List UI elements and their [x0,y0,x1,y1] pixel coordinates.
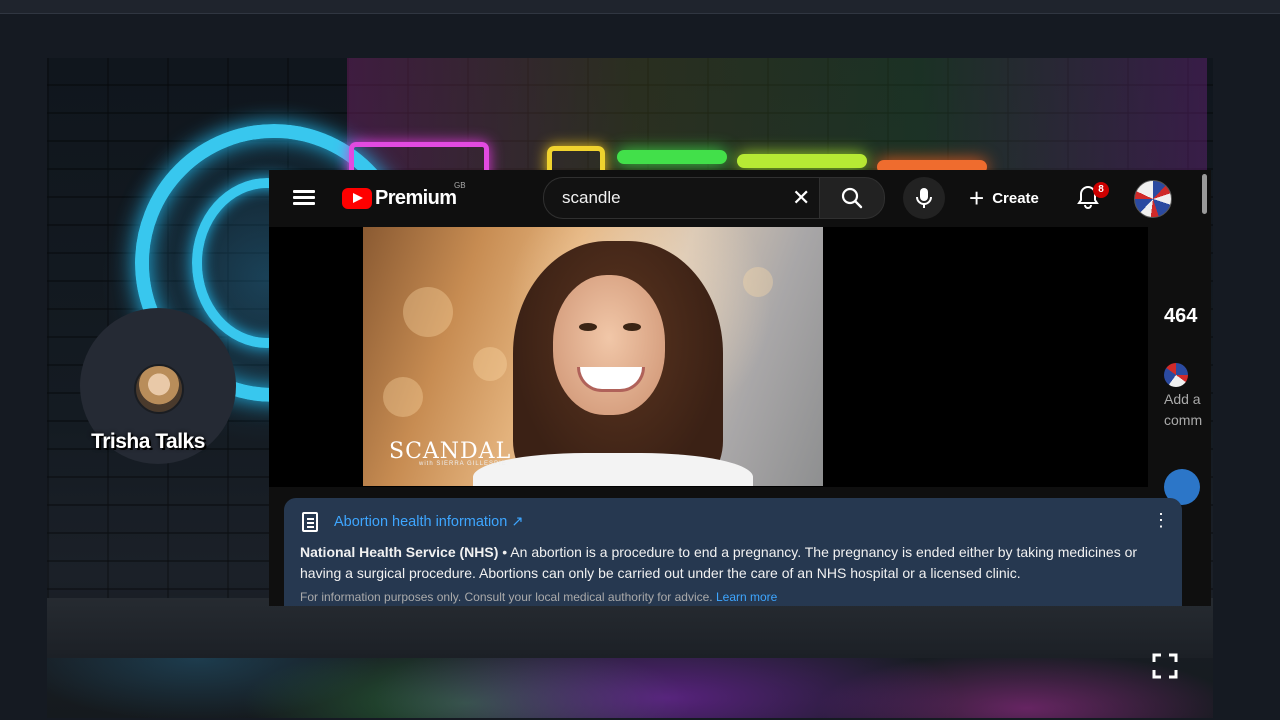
menu-icon[interactable] [293,188,315,206]
search-input[interactable]: scandle ✕ [543,177,820,219]
fullscreen-icon[interactable] [1151,652,1179,680]
logo-text: Premium [375,186,457,209]
comment-avatar [1164,363,1188,387]
streamer-name: Trisha Talks [91,430,205,453]
sidewalk [47,598,1213,658]
youtube-window: Premium GB scandle ✕ + Create 8 SCANDAL … [269,170,1211,606]
plus-icon: + [969,183,985,213]
info-disclaimer: For information purposes only. Consult y… [300,590,777,604]
comment-count: 464 [1164,305,1198,327]
youtube-header: Premium GB scandle ✕ + Create 8 [269,170,1211,226]
video-frame[interactable]: SCANDAL with SIERRA GILLESPIE [363,227,823,486]
disclaimer-text: For information purposes only. Consult y… [300,590,713,604]
document-icon [302,512,318,532]
scrollbar[interactable] [1202,174,1207,214]
search-button[interactable] [819,177,885,219]
notification-badge: 8 [1093,182,1109,198]
person-shirt [473,453,753,486]
more-vert-icon[interactable]: ⋮ [1152,510,1170,530]
add-comment-field[interactable]: Add a comm [1164,389,1211,431]
create-label: Create [992,189,1039,207]
region-code: GB [454,181,466,190]
voice-search-button[interactable] [903,177,945,219]
video-player[interactable]: SCANDAL with SIERRA GILLESPIE [269,227,1148,487]
search-icon [841,187,863,209]
top-window-strip [0,0,1280,14]
learn-more-link[interactable]: Learn more [716,590,777,604]
clear-icon[interactable]: ✕ [792,185,810,211]
eye [623,323,641,331]
mic-icon [916,188,932,208]
info-panel-body: National Health Service (NHS) • An abort… [300,542,1170,584]
neon-letter-green [617,150,727,164]
search-query: scandle [562,188,621,207]
video-brand-subtitle: with SIERRA GILLESPIE [419,461,507,467]
account-avatar[interactable] [1134,180,1172,218]
eye [579,323,597,331]
health-info-panel: Abortion health information ↗ ⋮ National… [284,498,1182,606]
youtube-logo[interactable]: Premium GB [342,181,466,211]
create-button[interactable]: + Create [969,184,1039,212]
info-panel-title[interactable]: Abortion health information ↗ [334,514,523,530]
info-source: National Health Service (NHS) [300,544,499,560]
streamer-avatar [134,364,184,414]
youtube-logo-icon [342,187,372,209]
neon-letter-lime [737,154,867,168]
person-face [553,275,665,415]
